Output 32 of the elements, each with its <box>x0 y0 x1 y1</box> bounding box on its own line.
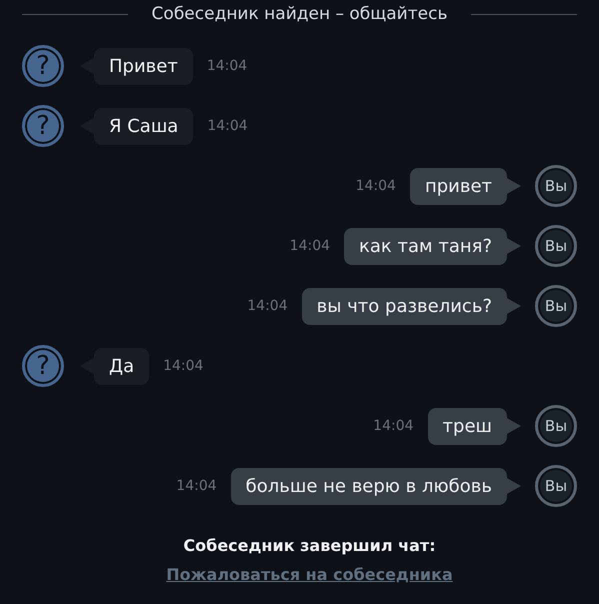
chat-ended-text: Собеседник завершил чат: <box>183 536 436 555</box>
chat-status-title: Собеседник найден – общайтесь <box>152 4 448 24</box>
message-bubble: вы что развелись? <box>302 288 507 324</box>
message-bubble: привет <box>410 168 507 204</box>
message-bubble: больше не верю в любовь <box>230 468 507 504</box>
message-bubble: треш <box>428 408 507 444</box>
avatar-self: Вы <box>535 465 577 507</box>
message-time: 14:04 <box>373 418 414 434</box>
message-time: 14:04 <box>356 178 396 194</box>
message-time: 14:04 <box>163 358 204 374</box>
avatar-self: Вы <box>535 165 577 207</box>
avatar-question: ? <box>22 345 64 387</box>
message-time: 14:04 <box>290 238 330 254</box>
avatar-self: Вы <box>535 225 577 267</box>
message-time: 14:04 <box>247 298 288 314</box>
report-link[interactable]: Пожаловаться на собеседника <box>166 565 453 584</box>
bubble-tail <box>507 178 521 194</box>
bubble-tail <box>507 478 521 494</box>
message-bubble: Я Саша <box>94 108 194 144</box>
avatar-self: Вы <box>535 285 577 327</box>
message-time: 14:04 <box>206 58 248 74</box>
bubble-tail <box>507 238 521 254</box>
bubble-tail <box>507 298 521 314</box>
message-bubble: как там таня? <box>344 228 507 264</box>
message-time: 14:04 <box>207 118 248 134</box>
message-time: 14:04 <box>176 478 217 494</box>
avatar-self: Вы <box>535 405 577 447</box>
bubble-tail <box>507 418 521 434</box>
message-bubble: Привет <box>94 48 193 84</box>
message-bubble: Да <box>94 348 150 384</box>
avatar-question: ? <box>22 105 64 147</box>
avatar-question: ? <box>22 45 64 87</box>
